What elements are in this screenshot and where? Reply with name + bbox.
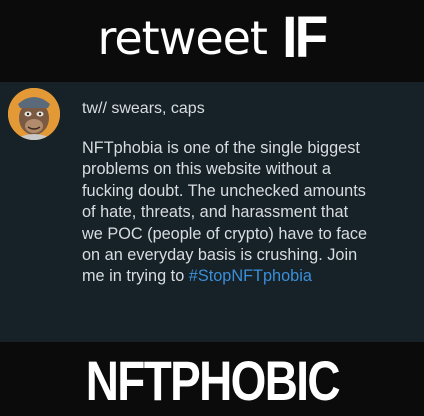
bottom-caption-row: NFTPHOBIC — [0, 348, 424, 413]
top-caption-emphasis: IF — [282, 5, 328, 70]
tweet-body-line: on an everyday basis is crushing. Join — [82, 246, 358, 265]
meme-bottom-caption: NFTPHOBIC — [0, 342, 424, 416]
top-caption-text: retweet — [97, 10, 267, 65]
tweet-body: NFTphobia is one of the single biggest p… — [82, 138, 418, 288]
tweet-body-line: of hate, threats, and harassment that — [82, 203, 349, 222]
tweet-body-line: fucking doubt. The unchecked amounts — [82, 181, 366, 200]
bottom-caption-text: NFTPHOBIC — [85, 349, 340, 412]
tweet-body-last-text: me in trying to — [82, 267, 189, 286]
content-warning: tw// swears, caps — [82, 100, 205, 117]
tweet-body-line: NFTphobia is one of the single biggest — [82, 139, 360, 157]
tweet-screenshot: tw// swears, caps NFTphobia is one of th… — [0, 82, 424, 342]
top-caption-row: retweet IF — [0, 4, 424, 71]
ape-nft-avatar-icon[interactable] — [8, 88, 60, 140]
meme-top-caption: retweet IF — [0, 0, 424, 82]
tweet-body-line: we POC (people of crypto) have to face — [82, 224, 368, 243]
hashtag-link[interactable]: #StopNFTphobia — [189, 267, 312, 285]
tweet-text: tw// swears, caps NFTphobia is one of th… — [82, 100, 418, 288]
tweet-body-line: problems on this website without a — [82, 160, 331, 179]
tweet-body-line-last: me in trying to #StopNFTphobia — [82, 266, 418, 287]
